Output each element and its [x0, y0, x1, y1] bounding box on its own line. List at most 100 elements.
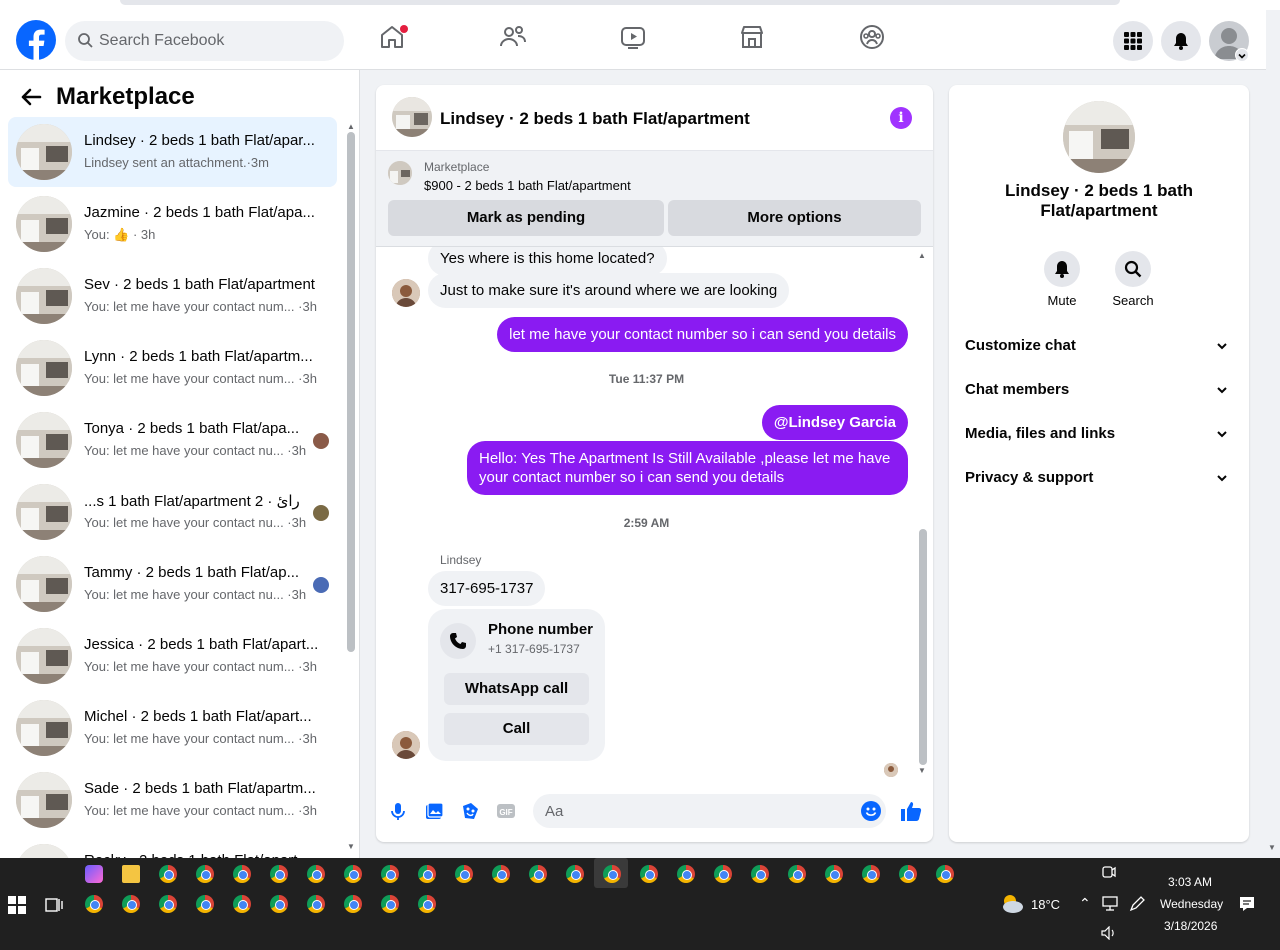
listing-price[interactable]: $900 - 2 beds 1 bath Flat/apartment [424, 178, 631, 193]
more-options-button[interactable]: More options [668, 200, 921, 236]
search-box[interactable] [65, 21, 344, 61]
chrome-icon[interactable] [381, 895, 399, 913]
sidebar-scroll-down-icon[interactable]: ▼ [347, 842, 355, 851]
media-files-links-row[interactable]: Media, files and links [965, 419, 1233, 449]
conversation-item[interactable]: Tonya · 2 beds 1 bath Flat/apa... You: le… [8, 405, 337, 475]
tray-chevron-up-icon[interactable]: ⌃ [1079, 895, 1091, 912]
chrome-icon[interactable] [418, 865, 436, 883]
back-arrow-icon[interactable] [20, 87, 42, 107]
conversation-item[interactable]: Rocky · 2 beds 1 bath Flat/apart... [8, 837, 337, 858]
clock-day[interactable]: Wednesday [1160, 897, 1223, 911]
conversation-item[interactable]: Michel · 2 beds 1 bath Flat/apart... You:… [8, 693, 337, 763]
conversation-item[interactable]: Sade · 2 beds 1 bath Flat/apartm... You: … [8, 765, 337, 835]
conversation-item[interactable]: Jazmine · 2 beds 1 bath Flat/apa... You: … [8, 189, 337, 259]
sidebar-scrollbar[interactable] [347, 132, 355, 652]
search-action[interactable]: Search [1098, 251, 1168, 308]
chrome-icon[interactable] [233, 865, 251, 883]
chrome-icon[interactable] [603, 865, 621, 883]
account-chevron-down-icon[interactable] [1235, 48, 1249, 62]
chrome-icon[interactable] [640, 865, 658, 883]
listing-thumbnail[interactable] [392, 97, 432, 137]
chat-members-row[interactable]: Chat members [965, 375, 1233, 405]
mute-action[interactable]: Mute [1027, 251, 1097, 308]
thread-scroll-down-icon[interactable]: ▼ [918, 766, 926, 775]
weather-temperature[interactable]: 18°C [1031, 897, 1060, 912]
file-explorer-icon[interactable] [122, 865, 140, 883]
conversation-item[interactable]: Sev · 2 beds 1 bath Flat/apartment You: l… [8, 261, 337, 331]
friends-nav-icon[interactable] [498, 22, 532, 56]
chrome-icon[interactable] [751, 865, 769, 883]
video-nav-icon[interactable] [618, 22, 652, 56]
thumbs-up-icon[interactable] [899, 799, 923, 823]
task-view-icon[interactable] [45, 896, 63, 914]
facebook-logo-icon[interactable] [16, 20, 56, 60]
photo-icon[interactable] [424, 801, 444, 821]
chrome-icon[interactable] [196, 895, 214, 913]
chrome-icon[interactable] [307, 865, 325, 883]
conversation-item[interactable]: Jessica · 2 beds 1 bath Flat/apart... You… [8, 621, 337, 691]
chrome-icon[interactable] [122, 895, 140, 913]
chrome-icon[interactable] [492, 865, 510, 883]
notification-center-icon[interactable] [1238, 895, 1256, 913]
customize-chat-row[interactable]: Customize chat [965, 331, 1233, 361]
microphone-icon[interactable] [388, 801, 408, 821]
chrome-icon[interactable] [85, 895, 103, 913]
sidebar-scroll-up-icon[interactable]: ▲ [347, 122, 355, 131]
weather-icon[interactable] [998, 892, 1024, 914]
chrome-icon[interactable] [233, 895, 251, 913]
chrome-icon[interactable] [455, 865, 473, 883]
search-icon[interactable] [1115, 251, 1151, 287]
chrome-icon[interactable] [344, 865, 362, 883]
conversation-item[interactable]: Tammy · 2 beds 1 bath Flat/ap... You: let… [8, 549, 337, 619]
windows-start-icon[interactable] [8, 896, 26, 914]
emoji-icon[interactable] [861, 801, 881, 821]
pen-icon[interactable] [1128, 895, 1146, 913]
chrome-icon[interactable] [566, 865, 584, 883]
thread-scrollbar[interactable] [919, 529, 927, 765]
chrome-icon[interactable] [381, 865, 399, 883]
chrome-icon[interactable] [677, 865, 695, 883]
chrome-icon[interactable] [862, 865, 880, 883]
chrome-icon[interactable] [159, 895, 177, 913]
chrome-icon[interactable] [344, 895, 362, 913]
clock-time[interactable]: 3:03 AM [1168, 875, 1212, 889]
menu-grid-icon[interactable] [1113, 21, 1153, 61]
sticker-icon[interactable] [460, 801, 480, 821]
mark-as-pending-button[interactable]: Mark as pending [388, 200, 664, 236]
chrome-icon[interactable] [270, 865, 288, 883]
chrome-icon[interactable] [936, 865, 954, 883]
clock-date[interactable]: 3/18/2026 [1164, 919, 1217, 933]
chrome-icon[interactable] [307, 895, 325, 913]
mute-bell-icon[interactable] [1044, 251, 1080, 287]
marketplace-nav-icon[interactable] [737, 22, 771, 56]
search-input[interactable] [99, 21, 329, 61]
conversation-item[interactable]: Lindsey · 2 beds 1 bath Flat/apar... Lind… [8, 117, 337, 187]
chrome-icon[interactable] [899, 865, 917, 883]
chrome-icon[interactable] [714, 865, 732, 883]
chrome-icon[interactable] [529, 865, 547, 883]
thread-scroll-up-icon[interactable]: ▲ [918, 251, 926, 260]
chrome-icon[interactable] [270, 895, 288, 913]
conversation-item[interactable]: ...s 1 bath Flat/apartment 2 · رائ You: l… [8, 477, 337, 547]
groups-nav-icon[interactable] [857, 22, 891, 56]
chrome-icon[interactable] [418, 895, 436, 913]
listing-mini-thumbnail[interactable] [388, 161, 412, 185]
message-input[interactable] [533, 794, 886, 828]
listing-large-thumbnail[interactable] [1063, 101, 1135, 173]
chrome-icon[interactable] [825, 865, 843, 883]
whatsapp-call-button[interactable]: WhatsApp call [444, 673, 589, 705]
gif-icon[interactable]: GIF [496, 801, 516, 821]
meet-now-icon[interactable] [1101, 864, 1117, 880]
notifications-bell-icon[interactable] [1161, 21, 1201, 61]
chrome-icon[interactable] [788, 865, 806, 883]
page-scroll-down-icon[interactable]: ▼ [1268, 843, 1276, 852]
privacy-support-row[interactable]: Privacy & support [965, 463, 1233, 493]
conversation-item[interactable]: Lynn · 2 beds 1 bath Flat/apartm... You: … [8, 333, 337, 403]
chrome-icon[interactable] [196, 865, 214, 883]
info-icon[interactable]: i [890, 107, 912, 129]
chrome-icon[interactable] [159, 865, 177, 883]
copilot-icon[interactable] [85, 865, 103, 883]
volume-icon[interactable] [1101, 926, 1117, 940]
home-nav-icon[interactable] [377, 22, 411, 56]
call-button[interactable]: Call [444, 713, 589, 745]
